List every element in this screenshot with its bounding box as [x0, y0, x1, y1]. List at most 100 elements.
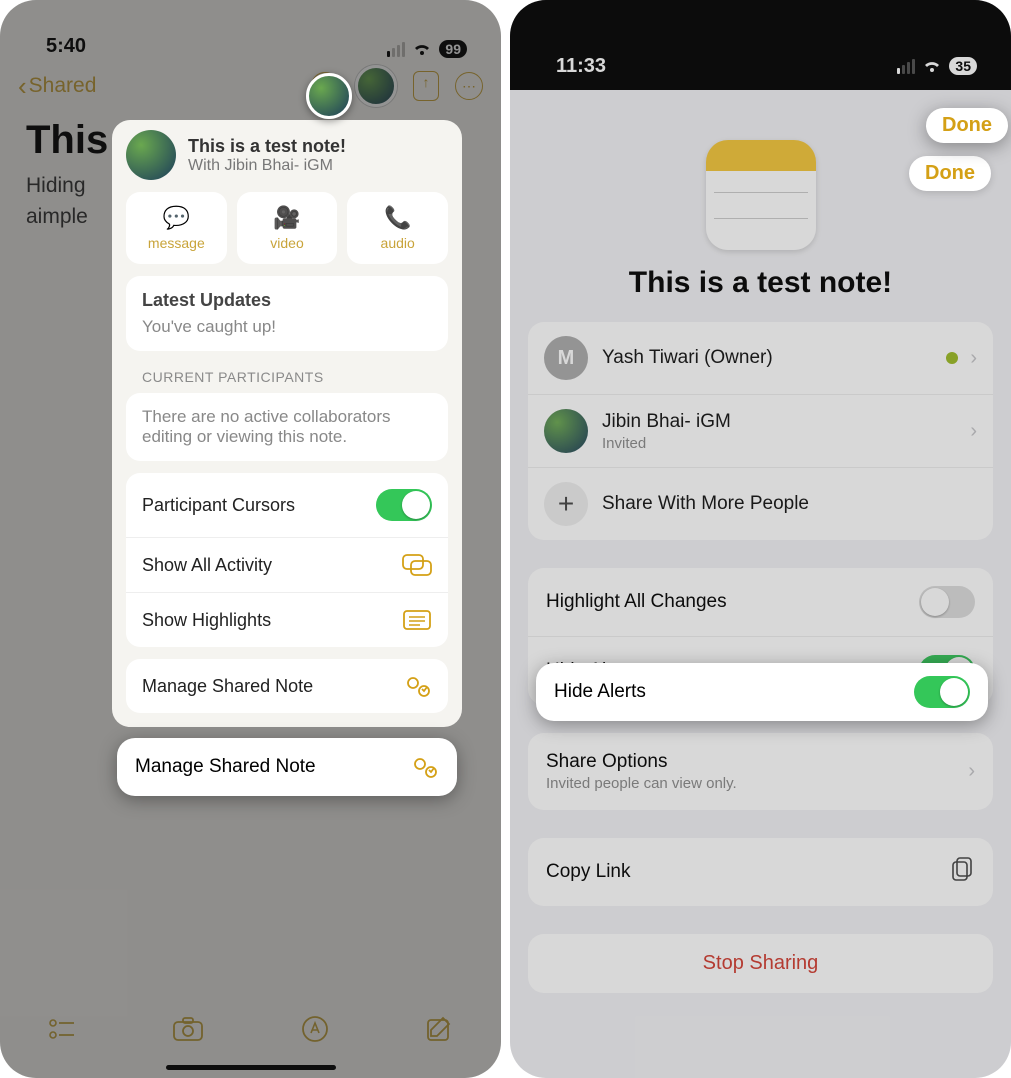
video-label: video [270, 235, 303, 251]
row-label: Copy Link [546, 861, 631, 883]
participant-avatar [544, 409, 588, 453]
chevron-right-icon: › [968, 760, 975, 783]
right-screenshot: 11:33 35 Done This is a test note! M Yas… [510, 0, 1011, 1078]
owner-row[interactable]: M Yash Tiwari (Owner) › [528, 322, 993, 394]
popover-avatar [126, 130, 176, 180]
hide-alerts-toggle[interactable] [914, 676, 970, 708]
highlight-changes-row[interactable]: Highlight All Changes [528, 568, 993, 636]
stop-sharing-list: Stop Sharing [528, 934, 993, 993]
highlight-toggle[interactable] [919, 586, 975, 618]
wifi-icon [922, 59, 942, 74]
collaboration-popover: This is a test note! With Jibin Bhai- iG… [112, 120, 462, 727]
participant-status: Invited [602, 435, 970, 452]
done-button-highlight[interactable]: Done [926, 108, 1008, 143]
participant-row[interactable]: Jibin Bhai- iGM Invited › [528, 394, 993, 467]
ellipsis-icon: ⋯ [462, 78, 476, 95]
status-bar: 5:40 99 [0, 0, 501, 62]
copy-link-row[interactable]: Copy Link [528, 838, 993, 906]
hide-alerts-highlight[interactable]: Hide Alerts [536, 663, 988, 721]
checklist-icon[interactable] [48, 1017, 76, 1046]
contact-actions: 💬 message 🎥 video 📞 audio [112, 188, 462, 276]
participant-cursors-row[interactable]: Participant Cursors [126, 473, 448, 537]
audio-label: audio [381, 235, 415, 251]
audio-button[interactable]: 📞 audio [347, 192, 448, 264]
row-sublabel: Invited people can view only. [546, 775, 737, 792]
nav-bar: ‹ Shared ↺ ↑ ⋯ [0, 62, 501, 110]
collaborator-avatar[interactable] [355, 65, 397, 107]
popover-subtitle: With Jibin Bhai- iGM [188, 157, 346, 175]
video-icon: 🎥 [273, 205, 300, 231]
more-button[interactable]: ⋯ [455, 72, 483, 100]
message-icon: 💬 [163, 205, 190, 231]
row-label: Manage Shared Note [135, 756, 316, 778]
markup-icon[interactable] [301, 1015, 329, 1048]
row-label: Highlight All Changes [546, 591, 727, 613]
message-button[interactable]: 💬 message [126, 192, 227, 264]
row-label: Participant Cursors [142, 495, 295, 516]
show-highlights-row[interactable]: Show Highlights [126, 592, 448, 647]
row-label: Show Highlights [142, 610, 271, 631]
updates-heading: Latest Updates [142, 290, 432, 311]
phone-icon: 📞 [384, 205, 411, 231]
people-list: M Yash Tiwari (Owner) › Jibin Bhai- iGM … [528, 322, 993, 540]
cellular-icon [897, 59, 915, 74]
compose-icon[interactable] [425, 1015, 453, 1048]
cursors-toggle[interactable] [376, 489, 432, 521]
highlight-icon [402, 609, 432, 631]
left-screenshot: 5:40 99 ‹ Shared ↺ ↑ ⋯ [0, 0, 501, 1078]
plus-icon: + [544, 482, 588, 526]
battery-icon: 35 [949, 57, 977, 75]
battery-icon: 99 [439, 40, 467, 58]
status-time: 5:40 [46, 35, 86, 58]
collaborator-avatar-highlight[interactable] [306, 73, 352, 119]
row-label: Share Options [546, 751, 737, 773]
video-button[interactable]: 🎥 video [237, 192, 338, 264]
updates-text: You've caught up! [142, 317, 432, 337]
presence-dot-icon [946, 352, 958, 364]
share-more-row[interactable]: + Share With More People [528, 467, 993, 540]
sheet-title: This is a test note! [528, 266, 993, 300]
chevron-right-icon: › [970, 420, 977, 443]
people-icon [409, 756, 439, 778]
manage-shared-note-row[interactable]: Manage Shared Note [126, 659, 448, 713]
cellular-icon [387, 42, 405, 57]
stop-sharing-button[interactable]: Stop Sharing [528, 934, 993, 993]
manage-shared-sheet: Done This is a test note! M Yash Tiwari … [510, 140, 1011, 1078]
updates-section: Latest Updates You've caught up! [126, 276, 448, 351]
share-options-list: Share Options Invited people can view on… [528, 733, 993, 810]
row-label: Show All Activity [142, 555, 272, 576]
show-activity-row[interactable]: Show All Activity [126, 537, 448, 592]
popover-header: This is a test note! With Jibin Bhai- iG… [112, 120, 462, 188]
chevron-left-icon: ‹ [18, 71, 27, 102]
message-label: message [148, 235, 205, 251]
people-icon [402, 675, 432, 697]
participants-label: CURRENT PARTICIPANTS [112, 363, 462, 393]
done-button[interactable]: Done [909, 156, 991, 191]
copy-link-list: Copy Link [528, 838, 993, 906]
back-label: Shared [29, 74, 97, 98]
back-button[interactable]: ‹ Shared [18, 71, 96, 102]
battery-value: 35 [955, 58, 971, 74]
chevron-right-icon: › [970, 347, 977, 370]
status-bar: 11:33 35 [510, 20, 1011, 82]
manage-shared-note-highlight[interactable]: Manage Shared Note [117, 738, 457, 796]
popover-title: This is a test note! [188, 136, 346, 157]
notes-app-icon [706, 140, 816, 250]
participants-text: There are no active collaborators editin… [142, 407, 432, 447]
home-indicator[interactable] [166, 1065, 336, 1070]
camera-icon[interactable] [172, 1016, 204, 1047]
done-highlight-wrapper: Done [926, 108, 1008, 143]
status-right: 99 [387, 40, 467, 58]
share-more-label: Share With More People [602, 493, 977, 515]
share-options-row[interactable]: Share Options Invited people can view on… [528, 733, 993, 810]
status-time: 11:33 [556, 55, 606, 78]
chat-bubbles-icon [402, 554, 432, 576]
share-button[interactable]: ↑ [413, 71, 439, 101]
wifi-icon [412, 42, 432, 57]
owner-avatar: M [544, 336, 588, 380]
manage-list: Manage Shared Note [126, 659, 448, 713]
status-right: 35 [897, 57, 977, 75]
participant-name: Jibin Bhai- iGM [602, 411, 970, 433]
settings-list: Participant Cursors Show All Activity Sh… [126, 473, 448, 647]
share-icon: ↑ [423, 74, 430, 90]
